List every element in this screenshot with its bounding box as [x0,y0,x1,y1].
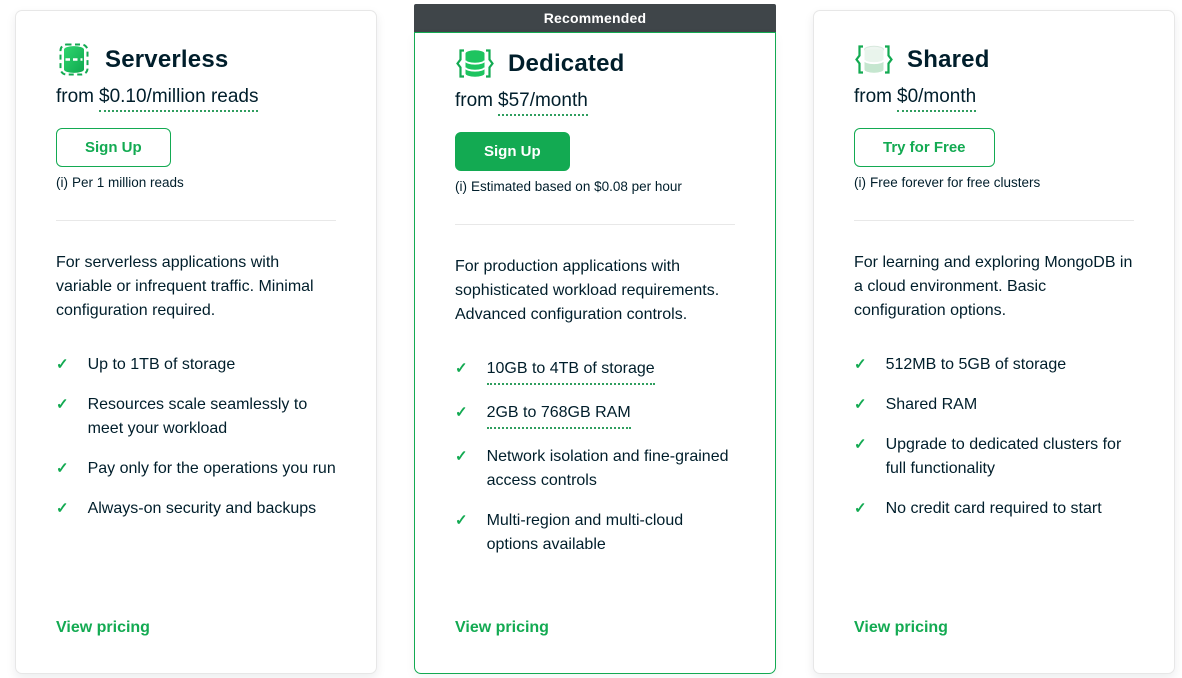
feature-list: ✓ Up to 1TB of storage ✓ Resources scale se… [56,353,336,537]
feature-item: ✓ Network isolation and fine-grained acce… [455,445,735,493]
price-amount[interactable]: $57/month [498,90,588,116]
pricing-card-shared: Shared from $0/month Try for Free (i) Free… [813,10,1175,674]
feature-text[interactable]: 10GB to 4TB of storage [486,357,655,385]
check-icon: ✓ [455,404,468,421]
recommended-banner: Recommended [414,4,776,32]
try-for-free-button[interactable]: Try for Free [854,128,995,167]
pricing-card-dedicated: Recommended Dedicated from $57/month Sig… [414,4,776,674]
feature-item: ✓ Shared RAM [854,393,1134,417]
feature-text[interactable]: 2GB to 768GB RAM [486,401,631,429]
feature-item: ✓ 10GB to 4TB of storage [455,357,735,385]
check-icon: ✓ [854,436,867,453]
plan-description: For learning and exploring MongoDB in a … [854,254,1133,319]
feature-item: ✓ Upgrade to dedicated clusters for full … [854,433,1134,481]
feature-item: ✓ Always-on security and backups [56,497,336,521]
feature-item: ✓ Pay only for the operations you run [56,457,336,481]
shared-database-icon [854,43,894,76]
plan-caption: (i) Estimated based on $0.08 per hour [455,179,735,194]
divider [854,220,1134,221]
caption-text: Per 1 million reads [72,175,184,190]
divider [56,220,336,221]
feature-text: Always-on security and backups [87,500,317,517]
sign-up-button[interactable]: Sign Up [56,128,171,167]
check-icon: ✓ [56,396,69,413]
check-icon: ✓ [854,500,867,517]
card-body-serverless: Serverless from $0.10/million reads Sign … [15,10,377,674]
check-icon: ✓ [854,396,867,413]
pricing-cards-row: Serverless from $0.10/million reads Sign … [0,0,1182,674]
check-icon: ✓ [455,360,468,377]
feature-text: Resources scale seamlessly to meet your … [87,396,308,437]
feature-text: Up to 1TB of storage [87,356,236,373]
plan-header: Serverless [56,43,336,76]
serverless-database-icon [56,43,92,76]
plan-price: from $0.10/million reads [56,86,336,112]
feature-item: ✓ 2GB to 768GB RAM [455,401,735,429]
plan-header: Dedicated [455,47,735,80]
feature-text: Shared RAM [885,396,978,413]
view-pricing-link[interactable]: View pricing [854,619,1134,637]
plan-header: Shared [854,43,1134,76]
check-icon: ✓ [854,356,867,373]
sign-up-button[interactable]: Sign Up [455,132,570,171]
feature-text: Multi-region and multi-cloud options ava… [486,512,684,553]
check-icon: ✓ [455,448,468,465]
info-icon: (i) [854,175,866,190]
feature-item: ✓ 512MB to 5GB of storage [854,353,1134,377]
caption-text: Estimated based on $0.08 per hour [471,179,682,194]
dedicated-database-icon [455,47,495,80]
price-prefix: from [455,90,493,111]
plan-title: Shared [907,45,990,73]
feature-list: ✓ 10GB to 4TB of storage ✓ 2GB to 768GB RAM… [455,357,735,573]
feature-text: Network isolation and fine-grained acces… [486,448,729,489]
info-icon: (i) [455,179,467,194]
plan-description: For serverless applications with variabl… [56,254,314,319]
card-body-dedicated: Dedicated from $57/month Sign Up (i) Estim… [414,32,776,674]
plan-price: from $0/month [854,86,1134,112]
pricing-card-serverless: Serverless from $0.10/million reads Sign … [15,10,377,674]
feature-item: ✓ No credit card required to start [854,497,1134,521]
plan-caption: (i) Per 1 million reads [56,175,336,190]
check-icon: ✓ [56,500,69,517]
check-icon: ✓ [455,512,468,529]
price-amount[interactable]: $0.10/million reads [99,86,259,112]
caption-text: Free forever for free clusters [870,175,1041,190]
info-icon: (i) [56,175,68,190]
plan-price: from $57/month [455,90,735,116]
view-pricing-link[interactable]: View pricing [56,619,336,637]
feature-list: ✓ 512MB to 5GB of storage ✓ Shared RAM ✓ Upgr… [854,353,1134,537]
pricing-page: Serverless from $0.10/million reads Sign … [0,0,1182,678]
feature-item: ✓ Up to 1TB of storage [56,353,336,377]
view-pricing-link[interactable]: View pricing [455,619,735,637]
price-amount[interactable]: $0/month [897,86,977,112]
feature-text: No credit card required to start [885,500,1102,517]
plan-description: For production applications with sophist… [455,258,720,323]
divider [455,224,735,225]
plan-title: Dedicated [508,49,625,77]
check-icon: ✓ [56,460,69,477]
feature-item: ✓ Multi-region and multi-cloud options av… [455,509,735,557]
feature-text: Pay only for the operations you run [87,460,336,477]
price-prefix: from [56,86,94,107]
feature-item: ✓ Resources scale seamlessly to meet your… [56,393,336,441]
check-icon: ✓ [56,356,69,373]
price-prefix: from [854,86,892,107]
card-body-shared: Shared from $0/month Try for Free (i) Free… [813,10,1175,674]
feature-text: Upgrade to dedicated clusters for full f… [885,436,1122,477]
plan-title: Serverless [105,45,229,73]
feature-text: 512MB to 5GB of storage [885,356,1067,373]
plan-caption: (i) Free forever for free clusters [854,175,1134,190]
